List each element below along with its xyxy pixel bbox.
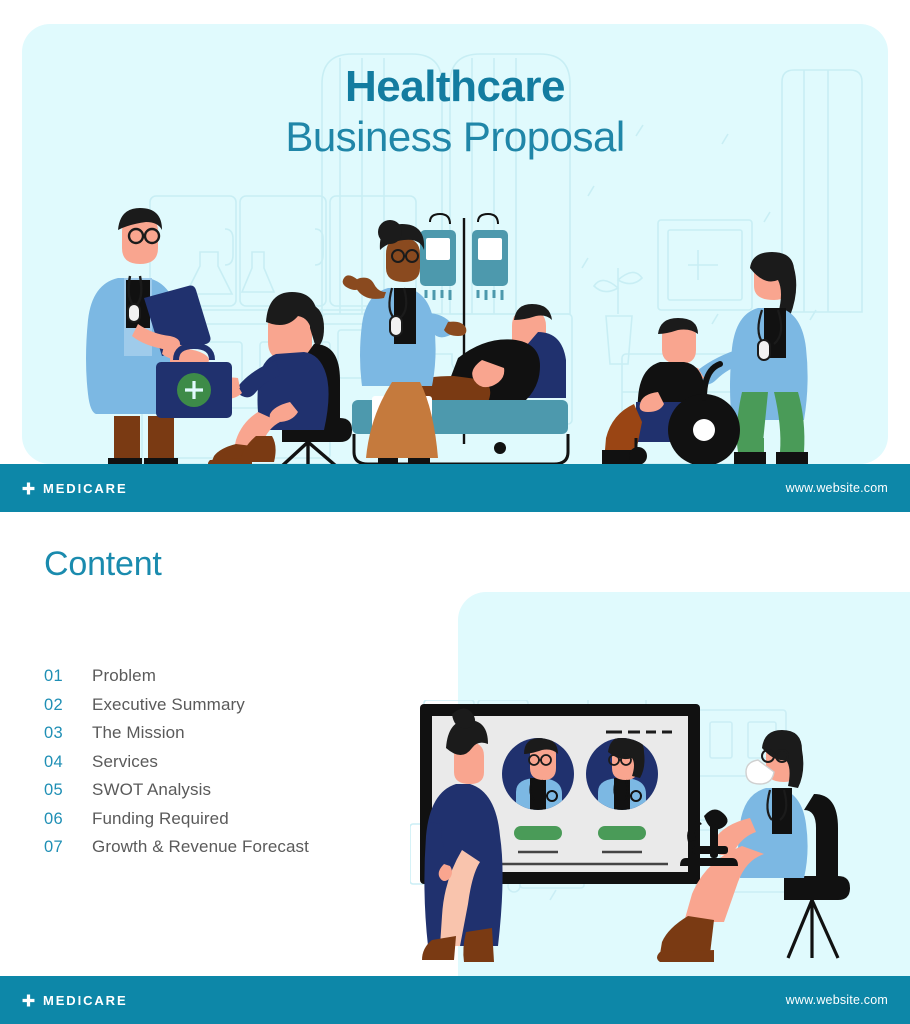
medical-cross-icon (22, 994, 35, 1006)
toc-number: 02 (44, 695, 63, 714)
toc-number: 07 (44, 838, 63, 856)
toc-label: Funding Required (92, 808, 229, 828)
website-url-bottom[interactable]: www.website.com (786, 993, 888, 1007)
list-item[interactable]: 05 SWOT Analysis (44, 781, 444, 799)
toc-label: Executive Summary (92, 694, 245, 714)
list-item[interactable]: 02 Executive Summary (44, 696, 444, 714)
toc-number: 04 (44, 752, 63, 771)
toc-number: 03 (44, 724, 63, 742)
list-item[interactable]: 03 The Mission (44, 724, 444, 742)
hero-panel: Healthcare Business Proposal (22, 24, 888, 464)
toc-number: 01 (44, 667, 63, 685)
toc-number: 06 (44, 809, 63, 828)
list-item[interactable]: 06 Funding Required (44, 810, 444, 828)
table-of-contents: 01 Problem 02 Executive Summary 03 The M… (44, 667, 444, 867)
toc-label: The Mission (92, 723, 185, 742)
brand-block-bottom: MEDICARE (22, 993, 128, 1008)
patient-bed-illustration (342, 212, 570, 464)
toc-number: 05 (44, 781, 63, 799)
brand-block-top: MEDICARE (22, 481, 128, 496)
website-url-top[interactable]: www.website.com (786, 481, 888, 495)
slide-page: Healthcare Business Proposal MEDICARE ww… (0, 0, 910, 1024)
toc-label: Problem (92, 666, 157, 685)
footer-bar-bottom: MEDICARE www.website.com (0, 976, 910, 1024)
toc-label: SWOT Analysis (92, 780, 212, 799)
medical-presentation-illustration (410, 700, 850, 962)
list-item[interactable]: 07 Growth & Revenue Forecast (44, 838, 444, 856)
list-item[interactable]: 04 Services (44, 753, 444, 771)
medical-cross-icon (22, 482, 35, 494)
hero-title-block: Healthcare Business Proposal (22, 62, 888, 163)
brand-label-bottom: MEDICARE (43, 992, 128, 1008)
toc-label: Services (92, 751, 158, 771)
brand-label-top: MEDICARE (43, 480, 128, 496)
page-title: Content (44, 545, 162, 583)
footer-bar-top: MEDICARE www.website.com (0, 464, 910, 512)
wheelchair-illustration (602, 252, 808, 464)
hero-title-primary: Healthcare (344, 62, 566, 111)
hero-title-secondary: Business Proposal (285, 113, 625, 161)
list-item[interactable]: 01 Problem (44, 667, 444, 685)
toc-label: Growth & Revenue Forecast (92, 837, 309, 856)
doctor-consultation-illustration (86, 208, 352, 464)
